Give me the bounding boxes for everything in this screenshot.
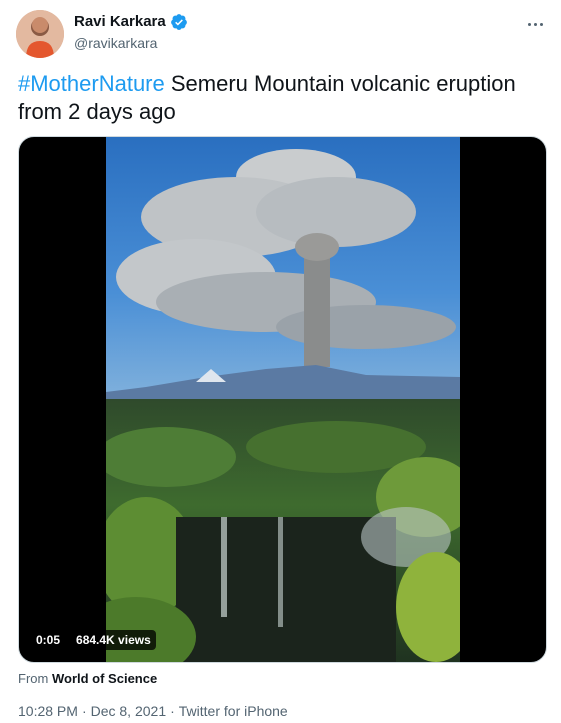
- verified-badge-icon: [170, 13, 188, 31]
- hashtag-link[interactable]: #MotherNature: [18, 71, 165, 96]
- tweet-meta: 10:28 PM · Dec 8, 2021 · Twitter for iPh…: [18, 703, 288, 719]
- media-source: From World of Science: [18, 671, 157, 686]
- meta-separator: ·: [170, 703, 175, 719]
- author-block: Ravi Karkara @ravikarkara: [74, 13, 188, 52]
- source-prefix: From: [18, 671, 49, 686]
- video-overlay: 0:05 684.4K views: [31, 630, 156, 650]
- tweet-text: #MotherNature Semeru Mountain volcanic e…: [18, 70, 538, 126]
- tweet-time[interactable]: 10:28 PM: [18, 703, 78, 719]
- video-timestamp: 0:05: [31, 630, 66, 650]
- display-name[interactable]: Ravi Karkara: [74, 13, 166, 31]
- meta-separator: ·: [81, 703, 87, 719]
- name-row: Ravi Karkara: [74, 13, 188, 31]
- video-thumbnail: [106, 137, 460, 662]
- video-player[interactable]: 0:05 684.4K views: [18, 136, 547, 663]
- source-link[interactable]: World of Science: [52, 671, 157, 686]
- tweet-date[interactable]: Dec 8, 2021: [91, 703, 167, 719]
- more-options-icon[interactable]: [523, 14, 547, 34]
- tweet-client[interactable]: Twitter for iPhone: [179, 703, 288, 719]
- user-handle[interactable]: @ravikarkara: [74, 34, 188, 52]
- view-count: 684.4K views: [71, 630, 156, 650]
- avatar[interactable]: [16, 10, 64, 58]
